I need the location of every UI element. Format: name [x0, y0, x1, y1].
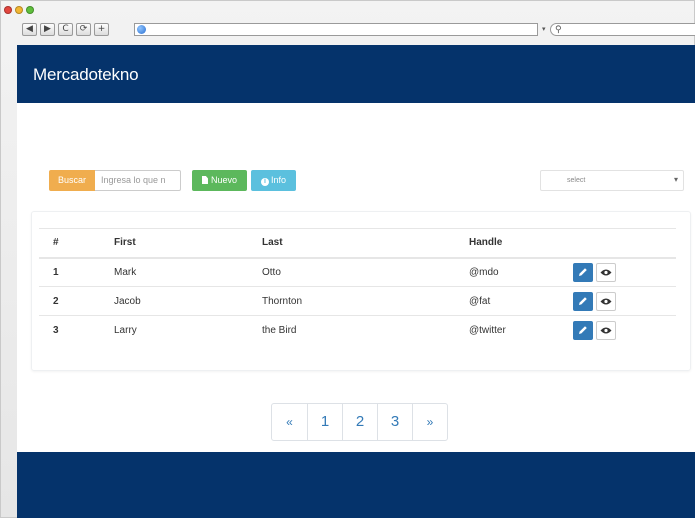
- new-tab-button[interactable]: +: [94, 23, 109, 36]
- close-window-icon[interactable]: [4, 6, 12, 14]
- cell-actions: [573, 257, 676, 287]
- eye-icon: [600, 269, 612, 276]
- cell-handle: @mdo: [469, 257, 573, 287]
- pagination-next[interactable]: »: [412, 404, 447, 440]
- pencil-icon: [579, 267, 587, 276]
- dropdown-arrow-icon[interactable]: ▾: [542, 25, 546, 33]
- minimize-window-icon[interactable]: [15, 6, 23, 14]
- pagination: « 1 2 3 »: [271, 403, 448, 441]
- header-handle: Handle: [469, 228, 573, 259]
- edit-button[interactable]: [573, 291, 593, 311]
- search-input[interactable]: Ingresa lo que n: [95, 170, 181, 191]
- filter-select[interactable]: select ▾: [540, 170, 684, 191]
- pagination-page-2[interactable]: 2: [342, 404, 377, 440]
- cell-first: Larry: [114, 315, 262, 345]
- reload-button[interactable]: C: [58, 23, 73, 36]
- back-button[interactable]: ◀: [22, 23, 37, 36]
- info-button[interactable]: i Info: [251, 170, 296, 191]
- info-circle-icon: i: [260, 178, 269, 186]
- table-row: 1 Mark Otto @mdo: [39, 257, 676, 287]
- cell-number: 2: [39, 286, 114, 316]
- table-header-row: # First Last Handle: [39, 228, 676, 259]
- nuevo-label: Nuevo: [210, 175, 237, 185]
- navbar: Mercadotekno: [17, 45, 695, 103]
- cell-actions: [573, 286, 676, 316]
- cell-last: Thornton: [262, 286, 469, 316]
- edit-button[interactable]: [573, 262, 593, 282]
- browser-search-input[interactable]: ⚲: [550, 23, 695, 36]
- edit-button[interactable]: [573, 320, 593, 340]
- info-label: Info: [270, 175, 286, 185]
- header-last: Last: [262, 228, 469, 259]
- cell-first: Mark: [114, 257, 262, 287]
- maximize-window-icon[interactable]: [26, 6, 34, 14]
- cell-first: Jacob: [114, 286, 262, 316]
- window-controls: [4, 6, 34, 14]
- browser-chrome: ◀ ▶ C ⟳ + ▾ ⚲: [0, 0, 695, 42]
- header-number: #: [39, 228, 114, 259]
- eye-icon: [600, 327, 612, 334]
- browser-toolbar: ◀ ▶ C ⟳ +: [22, 23, 109, 36]
- cell-handle: @fat: [469, 286, 573, 316]
- table-row: 2 Jacob Thornton @fat: [39, 286, 676, 316]
- brand-title[interactable]: Mercadotekno: [33, 65, 139, 85]
- cell-handle: @twitter: [469, 315, 573, 345]
- web-page: Mercadotekno Buscar Ingresa lo que n Nue…: [17, 45, 695, 518]
- pagination-page-1[interactable]: 1: [307, 404, 342, 440]
- cell-last: Otto: [262, 257, 469, 287]
- view-button[interactable]: [596, 262, 616, 282]
- header-actions: [573, 228, 676, 259]
- cell-number: 1: [39, 257, 114, 287]
- data-table: # First Last Handle 1 Mark Otto @mdo 2 J…: [39, 228, 676, 345]
- file-icon: [201, 176, 208, 184]
- forward-button[interactable]: ▶: [40, 23, 55, 36]
- nuevo-button[interactable]: Nuevo: [192, 170, 247, 191]
- view-button[interactable]: [596, 291, 616, 311]
- buscar-button[interactable]: Buscar: [49, 170, 95, 191]
- select-value: select: [567, 177, 586, 184]
- address-bar[interactable]: [134, 23, 538, 36]
- pencil-icon: [579, 296, 587, 305]
- pagination-page-3[interactable]: 3: [377, 404, 412, 440]
- magnifier-icon: ⚲: [555, 25, 562, 35]
- footer: [17, 452, 695, 518]
- refresh-icon-button[interactable]: ⟳: [76, 23, 91, 36]
- cell-actions: [573, 315, 676, 345]
- browser-window: ◀ ▶ C ⟳ + ▾ ⚲ Mercadotekno Buscar Ingres…: [0, 0, 695, 518]
- chevron-down-icon: ▾: [673, 175, 678, 184]
- header-first: First: [114, 228, 262, 259]
- table-row: 3 Larry the Bird @twitter: [39, 315, 676, 345]
- pagination-prev[interactable]: «: [272, 404, 307, 440]
- cell-last: the Bird: [262, 315, 469, 345]
- globe-icon: [137, 25, 146, 34]
- view-button[interactable]: [596, 320, 616, 340]
- cell-number: 3: [39, 315, 114, 345]
- pencil-icon: [579, 325, 587, 334]
- eye-icon: [600, 298, 612, 304]
